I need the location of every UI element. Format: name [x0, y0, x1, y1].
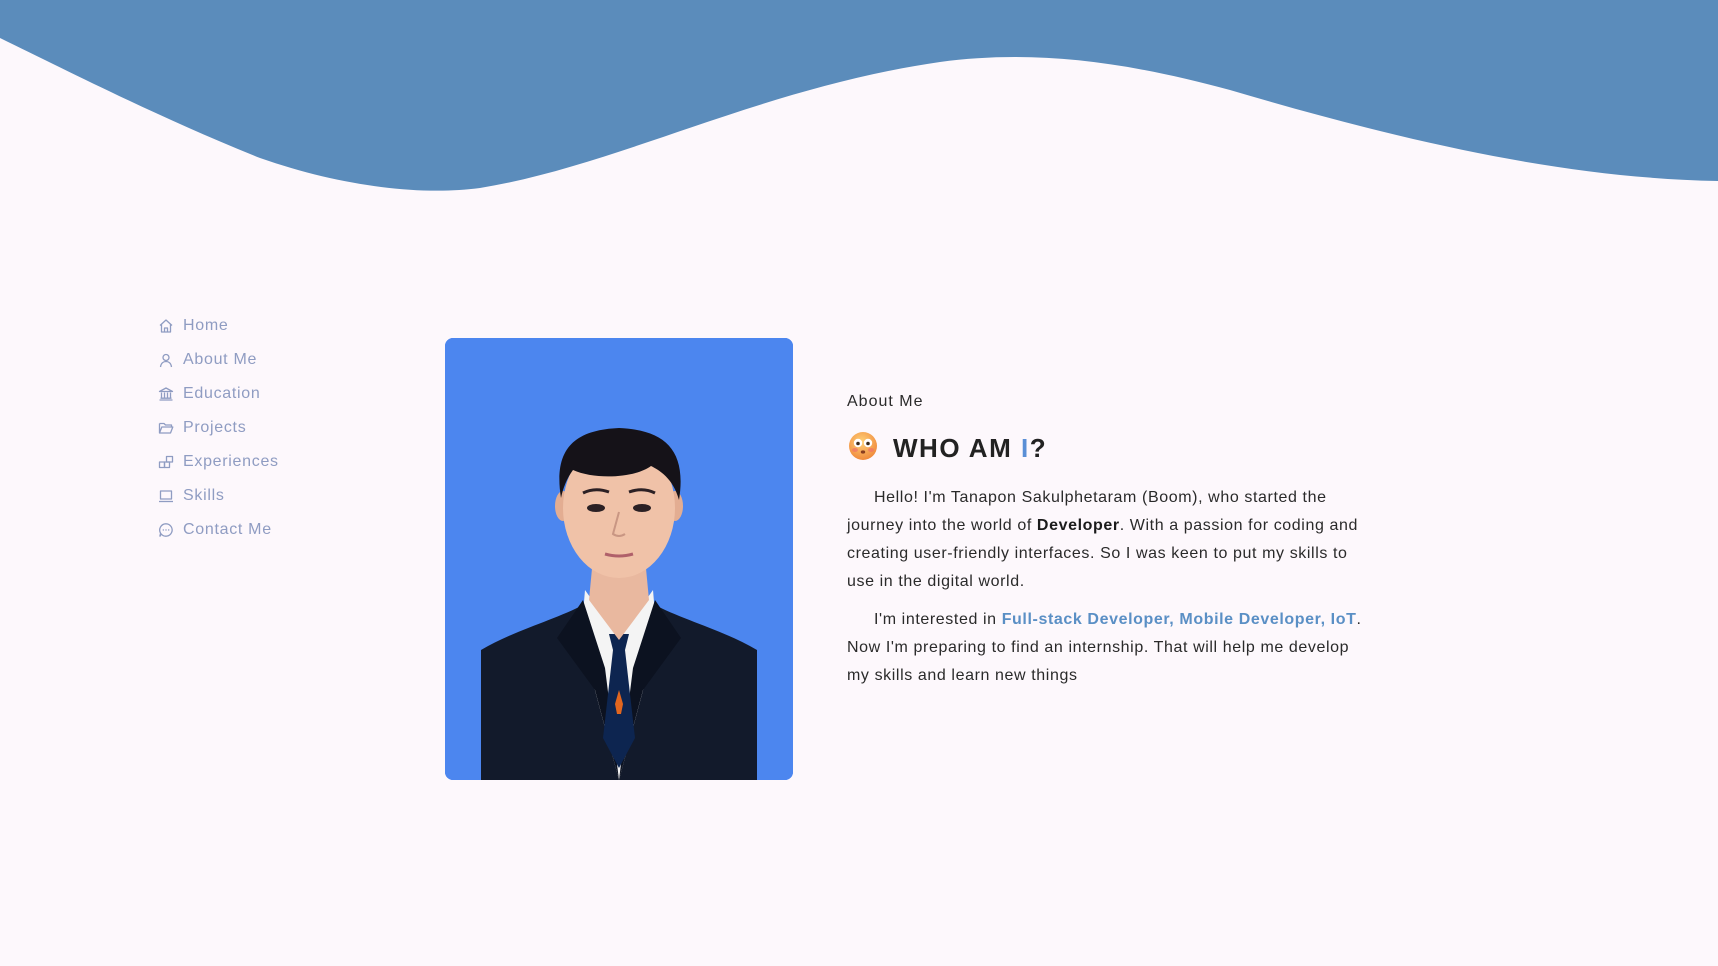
- about-section: About Me WHO AM I? Hello! I'm Tanapon Sa…: [847, 393, 1367, 690]
- bio-1-emphasis: Developer: [1036, 517, 1120, 534]
- blocks-icon: [158, 454, 174, 470]
- side-nav: Home About Me Education Projects Experie…: [158, 309, 279, 547]
- profile-photo: [445, 338, 793, 780]
- nav-label-about-me: About Me: [183, 351, 258, 368]
- nav-item-experiences[interactable]: Experiences: [158, 445, 279, 479]
- section-heading: WHO AM I?: [847, 430, 1367, 466]
- bio-2-text-a: I'm interested in: [874, 611, 1002, 628]
- nav-item-about-me[interactable]: About Me: [158, 343, 279, 377]
- interests-highlight: Full-stack Developer, Mobile Developer, …: [1001, 611, 1357, 628]
- nav-label-contact-me: Contact Me: [183, 521, 272, 538]
- section-eyebrow: About Me: [847, 393, 924, 410]
- nav-label-projects: Projects: [183, 419, 247, 436]
- header-wave: [0, 0, 1718, 191]
- nav-item-skills[interactable]: Skills: [158, 479, 279, 513]
- bio-paragraph-2: I'm interested in Full-stack Developer, …: [847, 606, 1367, 690]
- nav-label-skills: Skills: [183, 487, 225, 504]
- chat-icon: [158, 522, 174, 538]
- laptop-icon: [158, 488, 174, 504]
- bio-paragraph-1: Hello! I'm Tanapon Sakulphetaram (Boom),…: [847, 484, 1367, 596]
- nav-item-education[interactable]: Education: [158, 377, 279, 411]
- institution-icon: [158, 386, 174, 402]
- flushed-face-emoji-icon: [847, 430, 893, 467]
- page-title: WHO AM I?: [893, 433, 1047, 464]
- heading-suffix: ?: [1029, 432, 1048, 463]
- nav-label-experiences: Experiences: [183, 453, 279, 470]
- user-icon: [158, 352, 174, 368]
- nav-label-home: Home: [183, 317, 229, 334]
- nav-item-home[interactable]: Home: [158, 309, 279, 343]
- folder-icon: [158, 420, 174, 436]
- heading-prefix: WHO AM: [893, 432, 1021, 463]
- nav-item-contact-me[interactable]: Contact Me: [158, 513, 279, 547]
- heading-accent: I: [1020, 432, 1030, 463]
- nav-item-projects[interactable]: Projects: [158, 411, 279, 445]
- home-icon: [158, 318, 174, 334]
- nav-label-education: Education: [183, 385, 261, 402]
